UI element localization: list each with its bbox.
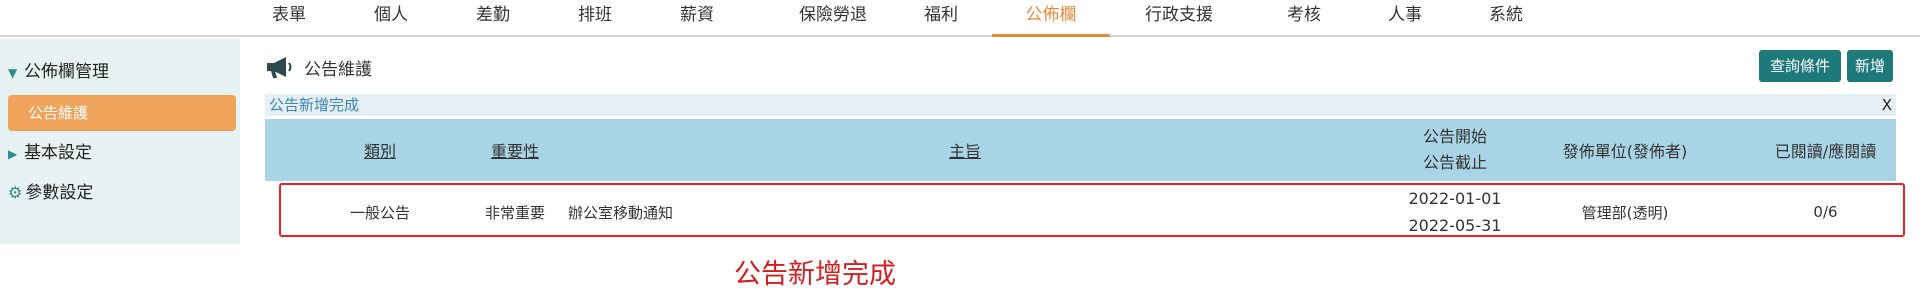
header-publisher: 發佈單位(發佈者): [1562, 142, 1688, 161]
header-end: 公告截止: [1422, 153, 1487, 172]
close-icon[interactable]: X: [1882, 94, 1892, 116]
sidebar-item-label: 公佈欄管理: [24, 62, 109, 82]
nav-item-insurance[interactable]: 保險勞退: [774, 0, 892, 37]
nav-item-admin-support[interactable]: 行政支援: [1120, 0, 1238, 37]
gear-icon: ⚙: [8, 183, 23, 202]
page-title-text: 公告維護: [304, 59, 372, 80]
header-subject[interactable]: 主旨: [865, 119, 1065, 181]
nav-item-personal[interactable]: 個人: [332, 0, 450, 37]
sidebar-item-label: 參數設定: [25, 183, 94, 203]
sidebar: ▼ 公佈欄管理 公告維護 ▶ 基本設定 ⚙ 參數設定: [0, 39, 240, 244]
table-header: 類別 重要性 主旨 公告開始 公告截止 發佈單位(發佈者) 已閱讀/應閱讀: [265, 119, 1896, 181]
header-category[interactable]: 類別: [305, 119, 455, 181]
header-importance[interactable]: 重要性: [440, 119, 590, 181]
top-nav: 表單 個人 差勤 排班 薪資 保險勞退 福利 公佈欄 行政支援 考核 人事 系統: [0, 0, 1920, 37]
nav-item-benefits[interactable]: 福利: [882, 0, 1000, 37]
caret-down-icon: ▼: [8, 66, 18, 80]
add-button[interactable]: 新增: [1847, 50, 1893, 82]
nav-item-forms[interactable]: 表單: [230, 0, 348, 37]
page-title: 公告維護: [264, 52, 372, 82]
query-conditions-button[interactable]: 查詢條件: [1759, 50, 1841, 82]
header-period: 公告開始 公告截止: [1385, 119, 1525, 181]
highlight-box: [279, 183, 1905, 237]
sidebar-item-parameter-settings[interactable]: ⚙ 參數設定: [8, 180, 93, 206]
sidebar-item-label: 基本設定: [24, 143, 92, 163]
header-read: 已閱讀/應閱讀: [1774, 142, 1877, 161]
nav-item-scheduling[interactable]: 排班: [536, 0, 654, 37]
sidebar-item-bulletin-mgmt[interactable]: ▼ 公佈欄管理: [8, 59, 109, 85]
notice-message: 公告新增完成: [269, 96, 360, 114]
sidebar-item-announcement-maintenance[interactable]: 公告維護: [8, 95, 236, 131]
caret-right-icon: ▶: [8, 147, 18, 161]
nav-item-attendance[interactable]: 差勤: [434, 0, 552, 37]
nav-item-payroll[interactable]: 薪資: [638, 0, 756, 37]
nav-item-bulletin[interactable]: 公佈欄: [992, 0, 1110, 37]
annotation-caption: 公告新增完成: [734, 259, 896, 290]
notice-bar: 公告新增完成 X: [265, 94, 1896, 116]
megaphone-icon: [267, 57, 292, 78]
sidebar-item-basic-settings[interactable]: ▶ 基本設定: [8, 140, 92, 166]
header-start: 公告開始: [1422, 127, 1487, 146]
nav-item-system[interactable]: 系統: [1447, 0, 1565, 37]
